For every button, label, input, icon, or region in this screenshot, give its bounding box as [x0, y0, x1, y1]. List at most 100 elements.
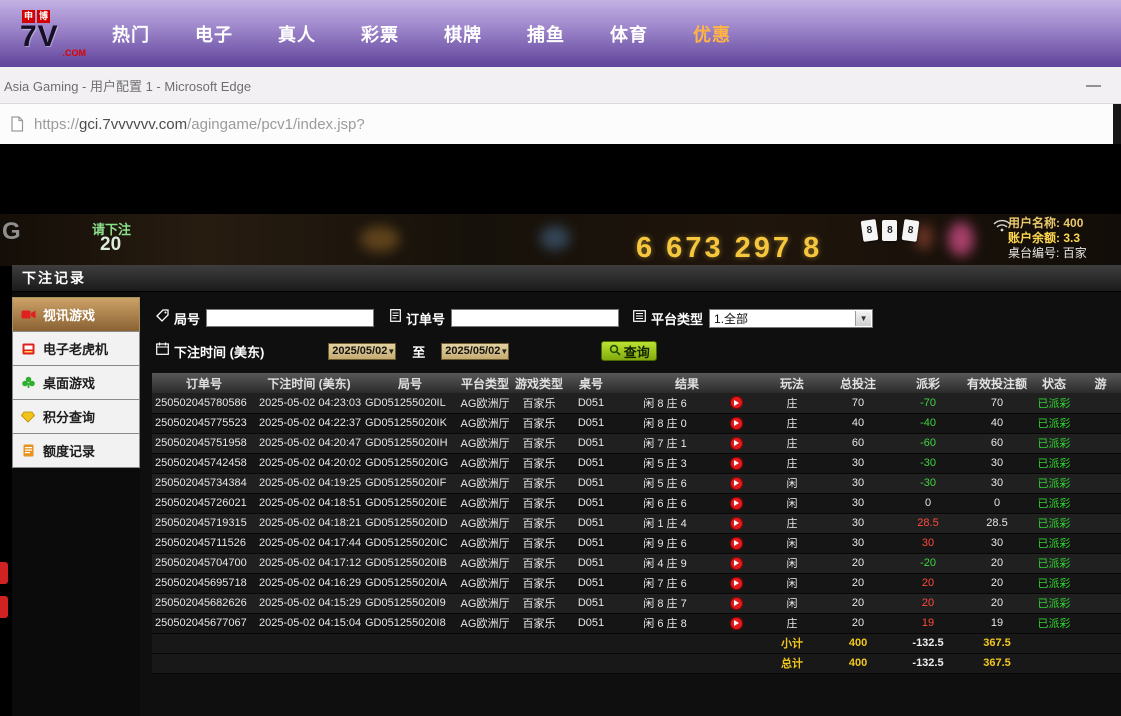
floating-service-icon[interactable] — [0, 596, 8, 618]
platform-type-select[interactable]: 1.全部 ▼ — [709, 309, 873, 328]
order-id-input[interactable] — [451, 309, 619, 327]
header-game-type: 游戏类型 — [512, 373, 566, 393]
play-video-button[interactable] — [730, 457, 743, 470]
play-video-button[interactable] — [730, 577, 743, 590]
play-icon — [734, 520, 739, 526]
page-content: G 请下注 20 8 8 8 6 673 297 8 用户名称: 400 账户余… — [0, 144, 1121, 716]
table-row: 250502045711526 2025-05-02 04:17:44 GD05… — [152, 533, 1121, 553]
cell-total-bet: 20 — [826, 553, 890, 573]
url-path: /agingame/pcv1/index.jsp? — [187, 116, 365, 133]
sidebar-item-points-query[interactable]: 积分查询 — [12, 399, 140, 434]
play-video-button[interactable] — [730, 617, 743, 630]
cell-game-type: 百家乐 — [512, 473, 566, 493]
nav-item-lottery[interactable]: 彩票 — [361, 21, 399, 47]
nav-item-board[interactable]: 棋牌 — [444, 21, 482, 47]
play-video-button[interactable] — [730, 437, 743, 450]
cell-status: 已派彩 — [1028, 533, 1080, 553]
cell-extra — [1080, 493, 1121, 513]
modal-body: 视讯游戏 电子老虎机 桌面游戏 — [12, 292, 1121, 716]
play-video-button[interactable] — [730, 597, 743, 610]
date-from-select[interactable]: 2025/05/02 ▼ — [328, 343, 396, 360]
cell-table-no: D051 — [566, 553, 616, 573]
query-button[interactable]: 查询 — [601, 341, 657, 361]
play-icon — [734, 480, 739, 486]
cell-result: 闲 8 庄 7 — [616, 593, 714, 613]
subtotal-payout: -132.5 — [890, 633, 966, 653]
slot-machine-icon — [20, 343, 36, 355]
play-video-button[interactable] — [730, 497, 743, 510]
chevron-down-icon: ▼ — [855, 311, 871, 326]
nav-item-live[interactable]: 真人 — [278, 21, 316, 47]
nav-item-promo[interactable]: 优惠 — [693, 21, 731, 47]
cell-extra — [1080, 473, 1121, 493]
jackpot-counter: 6 673 297 8 — [636, 232, 822, 265]
bg-light-blob — [948, 222, 974, 256]
nav-item-fishing[interactable]: 捕鱼 — [527, 21, 565, 47]
cell-round-id: GD051255020IC — [362, 533, 458, 553]
play-video-button[interactable] — [730, 537, 743, 550]
bet-timer: 20 — [100, 234, 121, 256]
address-bar[interactable]: https://gci.7vvvvvv.com/agingame/pcv1/in… — [0, 104, 1121, 144]
header-table-no: 桌号 — [566, 373, 616, 393]
order-id-icon — [390, 309, 401, 327]
sidebar-item-table-games[interactable]: 桌面游戏 — [12, 365, 140, 400]
cell-play-type: 闲 — [758, 593, 826, 613]
cell-play — [714, 473, 758, 493]
cell-bet-time: 2025-05-02 04:16:29 — [256, 573, 362, 593]
cell-play-type: 庄 — [758, 453, 826, 473]
total-row: 总计 400 -132.5 367.5 — [152, 653, 1121, 673]
account-username: 用户名称: 400 — [1008, 216, 1121, 231]
cell-play — [714, 553, 758, 573]
date-from-value: 2025/05/02 — [332, 345, 387, 357]
sidebar-item-credit-records[interactable]: 额度记录 — [12, 433, 140, 468]
cell-total-bet: 30 — [826, 533, 890, 553]
cell-result: 闲 5 庄 3 — [616, 453, 714, 473]
cell-round-id: GD051255020IH — [362, 433, 458, 453]
header-result: 结果 — [616, 373, 758, 393]
cell-extra — [1080, 593, 1121, 613]
play-video-button[interactable] — [730, 417, 743, 430]
subtotal-label: 小计 — [758, 633, 826, 653]
cell-total-bet: 20 — [826, 573, 890, 593]
cell-order-id: 250502045751958 — [152, 433, 256, 453]
sidebar-item-live-video-games[interactable]: 视讯游戏 — [12, 297, 140, 332]
round-id-input[interactable] — [206, 309, 374, 327]
cell-extra — [1080, 573, 1121, 593]
video-camera-icon — [20, 309, 36, 320]
play-video-button[interactable] — [730, 396, 743, 409]
url-text: https://gci.7vvvvvv.com/agingame/pcv1/in… — [34, 116, 365, 133]
site-logo[interactable]: 申 博 7V .COM — [18, 10, 92, 58]
nav-item-sports[interactable]: 体育 — [610, 21, 648, 47]
cell-status: 已派彩 — [1028, 613, 1080, 633]
total-spacer — [152, 653, 758, 673]
cell-order-id: 250502045704700 — [152, 553, 256, 573]
play-video-button[interactable] — [730, 477, 743, 490]
play-video-button[interactable] — [730, 517, 743, 530]
cell-round-id: GD051255020IB — [362, 553, 458, 573]
play-icon — [734, 500, 739, 506]
nav-item-slots[interactable]: 电子 — [195, 21, 233, 47]
floating-service-icon[interactable] — [0, 562, 8, 584]
table-game-icon — [20, 376, 36, 389]
nav-item-hot[interactable]: 热门 — [112, 21, 150, 47]
cell-play-type: 庄 — [758, 433, 826, 453]
round-id-label: 局号 — [174, 309, 200, 328]
order-id-filter: 订单号 — [390, 309, 619, 328]
cell-extra — [1080, 553, 1121, 573]
nav-items: 热门 电子 真人 彩票 棋牌 捕鱼 体育 优惠 — [112, 21, 731, 47]
cell-bet-time: 2025-05-02 04:23:03 — [256, 393, 362, 413]
date-to-select[interactable]: 2025/05/02 ▼ — [441, 343, 509, 360]
sidebar-item-slot-machines[interactable]: 电子老虎机 — [12, 331, 140, 366]
cell-payout: 20 — [890, 593, 966, 613]
minimize-button[interactable]: — — [1080, 75, 1107, 96]
cell-order-id: 250502045742458 — [152, 453, 256, 473]
subtotal-extra — [1080, 633, 1121, 653]
cell-order-id: 250502045780586 — [152, 393, 256, 413]
play-icon — [734, 540, 739, 546]
cell-platform: AG欧洲厅 — [458, 453, 512, 473]
cell-bet-time: 2025-05-02 04:15:04 — [256, 613, 362, 633]
cell-valid-bet: 20 — [966, 593, 1028, 613]
table-row: 250502045682626 2025-05-02 04:15:29 GD05… — [152, 593, 1121, 613]
cell-payout: 19 — [890, 613, 966, 633]
play-video-button[interactable] — [730, 557, 743, 570]
